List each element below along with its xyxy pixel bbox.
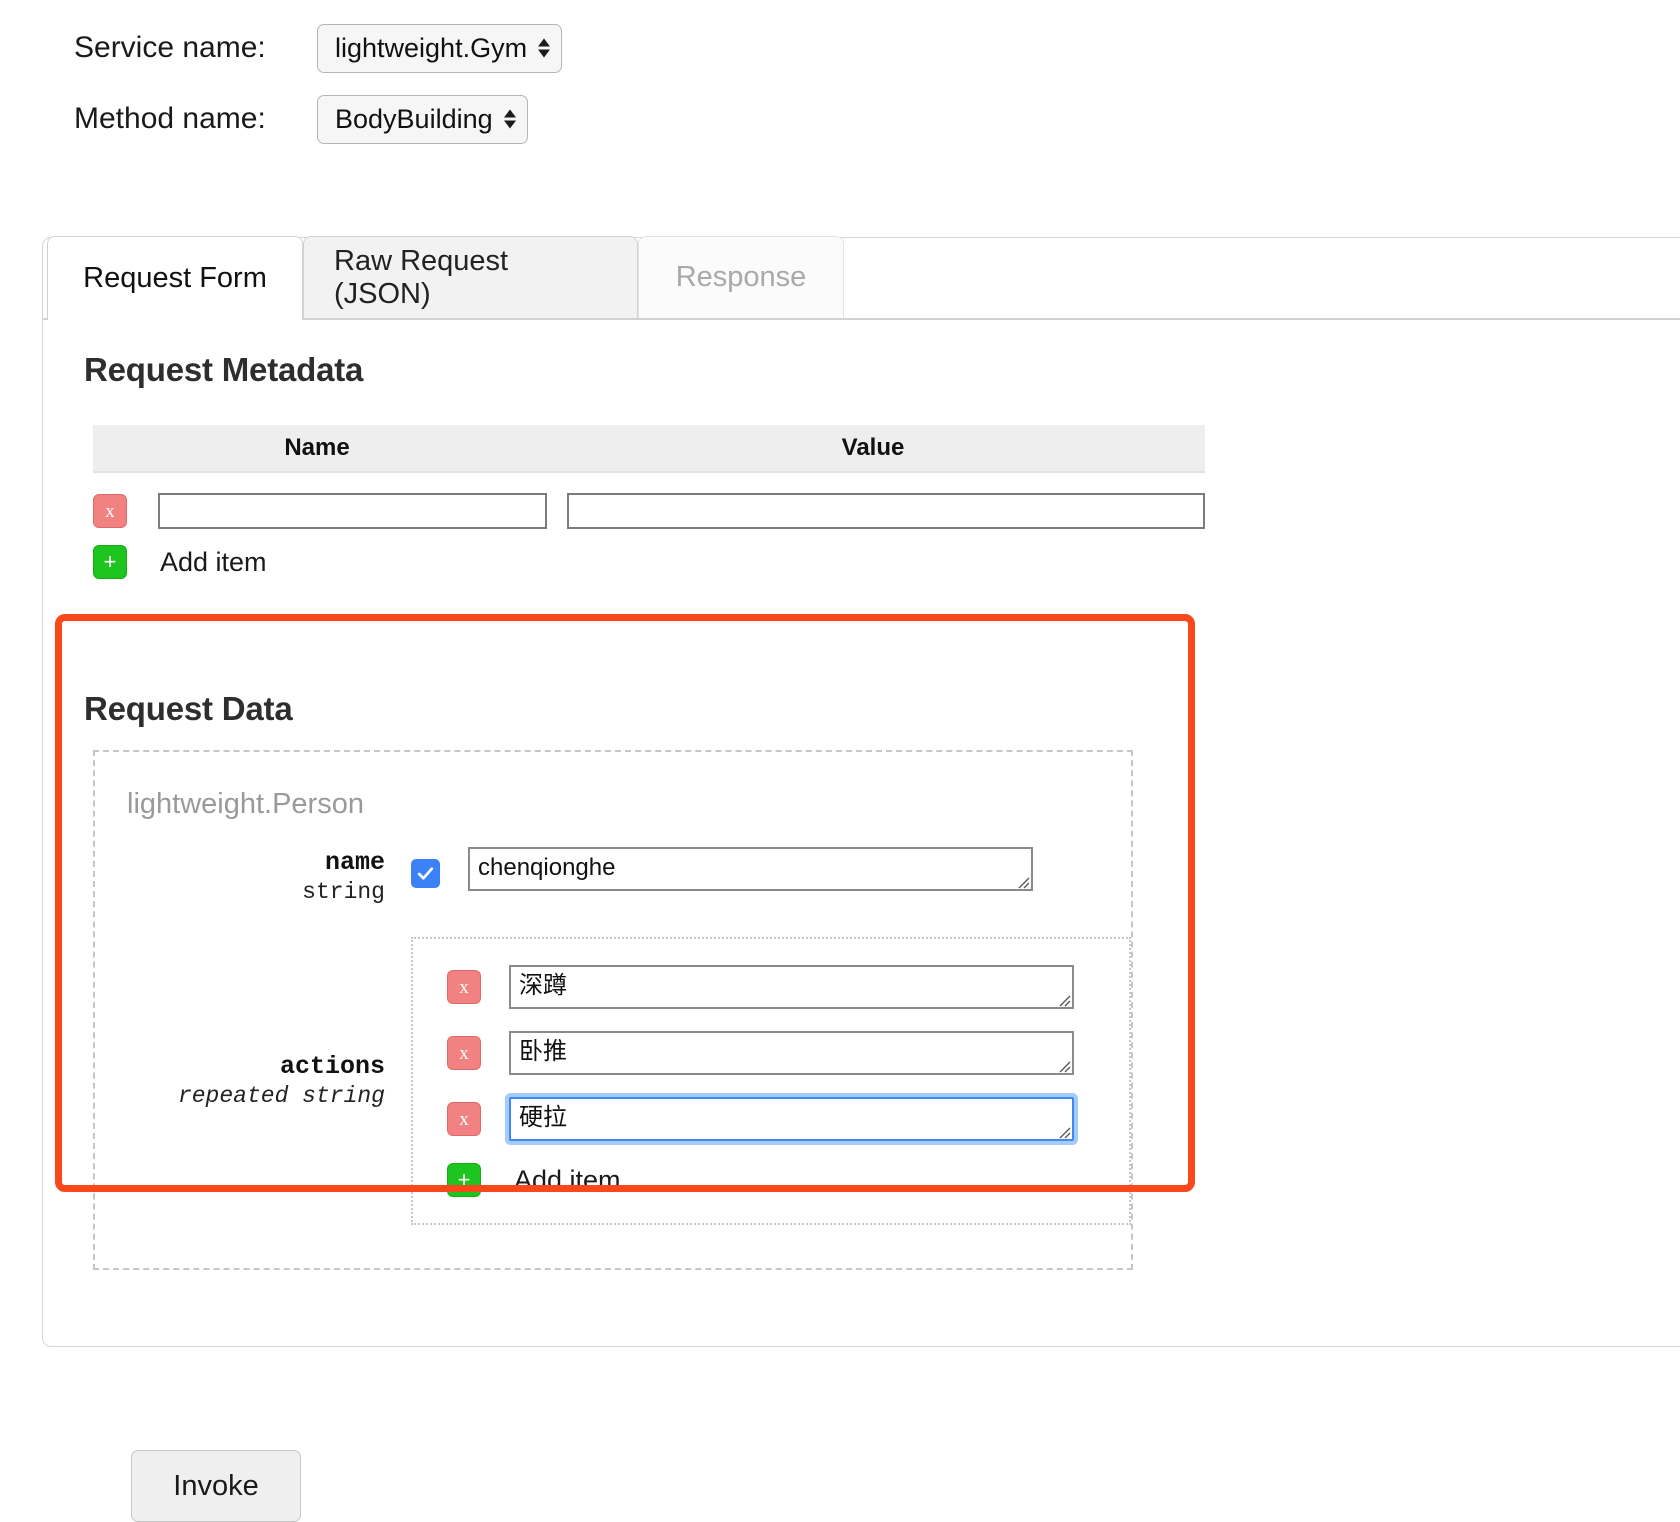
request-panel: Request Form Raw Request (JSON) Response…	[42, 236, 1680, 1522]
add-repeated-item-button[interactable]: +	[447, 1163, 481, 1197]
field-name-text: actions	[279, 1052, 385, 1081]
add-repeated-item-row: + Add item	[413, 1163, 1129, 1197]
method-name-selected-value: BodyBuilding	[335, 103, 493, 134]
service-name-selected-value: lightweight.Gym	[335, 32, 528, 63]
repeated-item-textarea-wrapper-focused	[509, 1097, 1074, 1141]
service-name-row: Service name: lightweight.Gym	[0, 23, 1680, 73]
field-enabled-checkbox[interactable]	[411, 859, 440, 888]
tab-bar: Request Form Raw Request (JSON) Response	[43, 236, 1680, 320]
repeated-item-row: x	[413, 1097, 1129, 1141]
checkmark-icon	[417, 867, 434, 880]
message-box-person: lightweight.Person name string chenqiong…	[93, 750, 1133, 1270]
service-name-label: Service name:	[74, 31, 266, 64]
metadata-column-header-name: Name	[284, 434, 350, 461]
repeated-item-textarea[interactable]	[509, 965, 1074, 1009]
metadata-add-item-row: + Add item	[93, 545, 267, 579]
metadata-column-header-value: Value	[841, 434, 905, 461]
field-type-text: string	[302, 879, 385, 906]
select-stepper-arrows-icon	[503, 109, 516, 129]
message-type-label: lightweight.Person	[127, 788, 364, 820]
field-name-text: name	[324, 848, 385, 877]
remove-repeated-item-button[interactable]: x	[447, 1102, 481, 1136]
field-label-name: name string	[95, 847, 385, 907]
metadata-value-input[interactable]	[567, 493, 1205, 529]
field-controls-name	[411, 847, 1033, 891]
remove-repeated-item-button[interactable]: x	[447, 970, 481, 1004]
repeated-items-box: x x	[411, 937, 1131, 1225]
field-row-actions: actions repeated string x 深蹲 x 卧推 x 硬拉 +…	[95, 937, 1131, 1225]
tab-response-label: Response	[675, 261, 807, 293]
service-name-select[interactable]: lightweight.Gym	[317, 23, 563, 73]
field-type-text: repeated string	[177, 1083, 385, 1110]
repeated-item-row: x	[413, 965, 1129, 1009]
tab-request-form-label: Request Form	[83, 262, 267, 294]
add-metadata-item-label: Add item	[160, 546, 267, 577]
request-data-heading: Request Data	[84, 690, 293, 727]
metadata-table-row: x	[93, 483, 1205, 539]
tab-request-form[interactable]: Request Form	[47, 236, 303, 320]
field-row-name: name string	[95, 847, 1131, 907]
add-repeated-item-label: Add item	[514, 1164, 621, 1195]
repeated-item-textarea-wrapper	[509, 1031, 1074, 1075]
field-value-textarea-name[interactable]	[468, 847, 1033, 891]
remove-repeated-item-button[interactable]: x	[447, 1036, 481, 1070]
request-metadata-heading: Request Metadata	[84, 351, 364, 388]
invoke-button[interactable]: Invoke	[131, 1450, 301, 1522]
method-name-label: Method name:	[74, 102, 266, 135]
repeated-item-row: x	[413, 1031, 1129, 1075]
tab-raw-request-json-label: Raw Request (JSON)	[334, 244, 509, 310]
tab-response[interactable]: Response	[638, 236, 844, 318]
metadata-name-input[interactable]	[158, 493, 548, 529]
method-name-select[interactable]: BodyBuilding	[317, 94, 528, 144]
field-label-actions: actions repeated string	[95, 1051, 385, 1111]
repeated-item-textarea-wrapper	[509, 965, 1074, 1009]
method-name-row: Method name: BodyBuilding	[0, 94, 1680, 144]
remove-metadata-row-button[interactable]: x	[93, 494, 127, 528]
metadata-table-header: Name Value	[93, 425, 1205, 473]
request-metadata-table: Name Value x	[93, 425, 1205, 539]
select-stepper-arrows-icon	[538, 38, 551, 58]
add-metadata-item-button[interactable]: +	[93, 545, 127, 579]
repeated-item-textarea[interactable]	[509, 1097, 1074, 1141]
field-value-textarea-wrapper	[468, 847, 1033, 891]
tab-raw-request-json[interactable]: Raw Request (JSON)	[303, 236, 638, 318]
repeated-item-textarea[interactable]	[509, 1031, 1074, 1075]
